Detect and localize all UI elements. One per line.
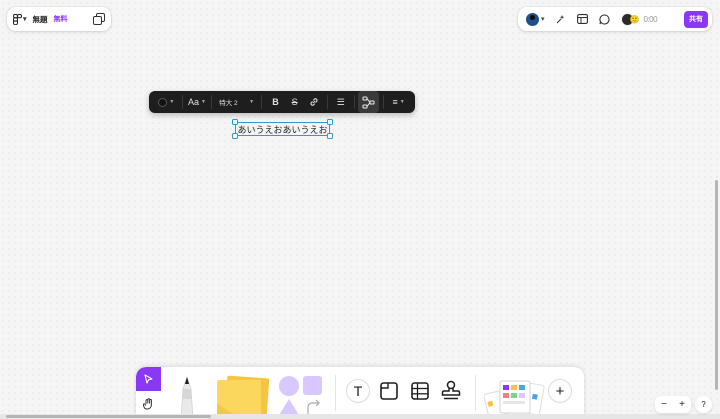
text-tool-label: T [353, 383, 363, 399]
text-format-toolbar: ▼ Aa ▼ 特大 2 ▼ B S ☰ ≡ ▼ [149, 91, 415, 113]
user-menu[interactable]: ▾ [526, 12, 545, 26]
divider [327, 95, 329, 109]
creation-toolbar: T + [136, 367, 584, 419]
figjam-logo-icon[interactable]: ▾ [13, 13, 27, 25]
help-button[interactable]: ? [695, 396, 712, 413]
chevron-down-icon: ▼ [399, 99, 405, 105]
plan-badge[interactable]: 無料 [54, 14, 68, 24]
text-align-picker[interactable]: ≡ ▼ [388, 91, 409, 113]
chevron-down-icon: ▾ [541, 16, 545, 23]
resize-handle-top-left[interactable] [232, 119, 238, 125]
avatar [526, 12, 539, 26]
strikethrough-button[interactable]: S [285, 91, 304, 113]
share-button[interactable]: 共有 [684, 10, 708, 28]
bold-button[interactable]: B [266, 91, 285, 113]
layout-icon[interactable] [577, 13, 589, 25]
timer-value: 0:00 [643, 14, 658, 24]
resize-handle-bottom-right[interactable] [327, 133, 333, 139]
collaboration-panel: ▾ 🙂 0:00 共有 [518, 7, 712, 31]
font-size-picker[interactable]: 特大 2 ▼ [216, 91, 257, 113]
hand-tool-icon[interactable] [136, 392, 161, 416]
plus-icon: + [555, 382, 565, 400]
stamp-icon[interactable] [441, 380, 461, 402]
resize-handle-top-right[interactable] [327, 119, 333, 125]
shapes-tool-icon[interactable] [278, 375, 326, 419]
text-color-picker[interactable]: ▼ [155, 91, 178, 113]
bullet-list-button[interactable]: ☰ [332, 91, 349, 113]
table-icon[interactable] [410, 381, 430, 401]
sparkle-ai-icon[interactable] [555, 13, 567, 25]
templates-icon[interactable] [483, 377, 546, 419]
resize-handle-bottom-left[interactable] [232, 133, 238, 139]
horizontal-scrollbar[interactable] [0, 414, 720, 419]
timer-group[interactable]: 🙂 0:00 [620, 12, 658, 26]
text-tool-button[interactable]: T [346, 379, 370, 403]
scrollbar-thumb[interactable] [6, 415, 211, 418]
emoji-icon: 🙂 [629, 14, 640, 24]
divider [261, 95, 262, 109]
vertical-scrollbar[interactable] [715, 180, 718, 390]
align-left-icon: ≡ [392, 97, 398, 107]
font-label: Aa [187, 97, 199, 107]
link-icon[interactable] [304, 91, 323, 113]
divider [335, 375, 336, 411]
divider [353, 95, 355, 109]
sticky-note-icon[interactable] [212, 375, 274, 419]
chevron-down-icon: ▼ [169, 99, 175, 105]
zoom-out-button[interactable]: − [661, 399, 667, 410]
font-size-value: 特大 2 [219, 100, 238, 107]
divider [383, 95, 385, 109]
marker-tool-icon[interactable] [174, 375, 200, 419]
zoom-in-button[interactable]: + [679, 399, 685, 410]
chevron-down-icon: ▼ [200, 99, 206, 105]
divider [181, 95, 183, 109]
pages-icon[interactable] [93, 13, 105, 25]
mindmap-icon[interactable] [358, 91, 380, 113]
file-menu-panel: ▾ 無題 無料 [7, 7, 111, 31]
text-content[interactable]: あいうえおあいうえお [237, 123, 327, 136]
zoom-controls: − + [655, 396, 691, 413]
font-family-picker[interactable]: Aa ▼ [186, 91, 207, 113]
divider [211, 95, 213, 109]
add-more-button[interactable]: + [548, 379, 572, 403]
color-swatch [158, 97, 168, 107]
divider [475, 375, 476, 411]
comment-icon[interactable] [599, 13, 611, 25]
select-tool-cursor-icon[interactable] [136, 367, 161, 391]
file-name[interactable]: 無題 [33, 14, 48, 25]
section-frame-icon[interactable] [379, 381, 399, 401]
selected-text-object[interactable]: あいうえおあいうえお [232, 119, 333, 139]
chevron-down-icon: ▾ [23, 16, 27, 23]
chevron-down-icon: ▼ [249, 99, 255, 105]
